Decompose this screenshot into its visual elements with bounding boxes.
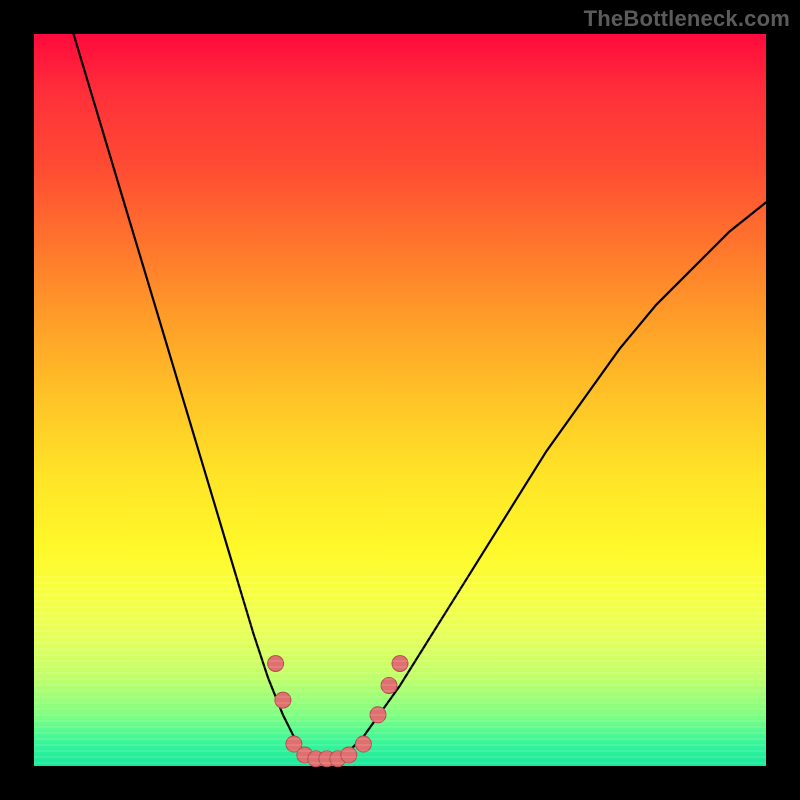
curve-layer (34, 34, 766, 766)
chart-frame: TheBottleneck.com (0, 0, 800, 800)
bottleneck-curve (34, 0, 766, 766)
marker-layer (268, 656, 408, 767)
plot-area (34, 34, 766, 766)
marker-dot (268, 656, 284, 672)
marker-dot (341, 747, 357, 763)
marker-dot (370, 707, 386, 723)
marker-dot (275, 692, 291, 708)
marker-dot (355, 736, 371, 752)
marker-dot (392, 656, 408, 672)
watermark-text: TheBottleneck.com (584, 6, 790, 32)
marker-dot (381, 678, 397, 694)
